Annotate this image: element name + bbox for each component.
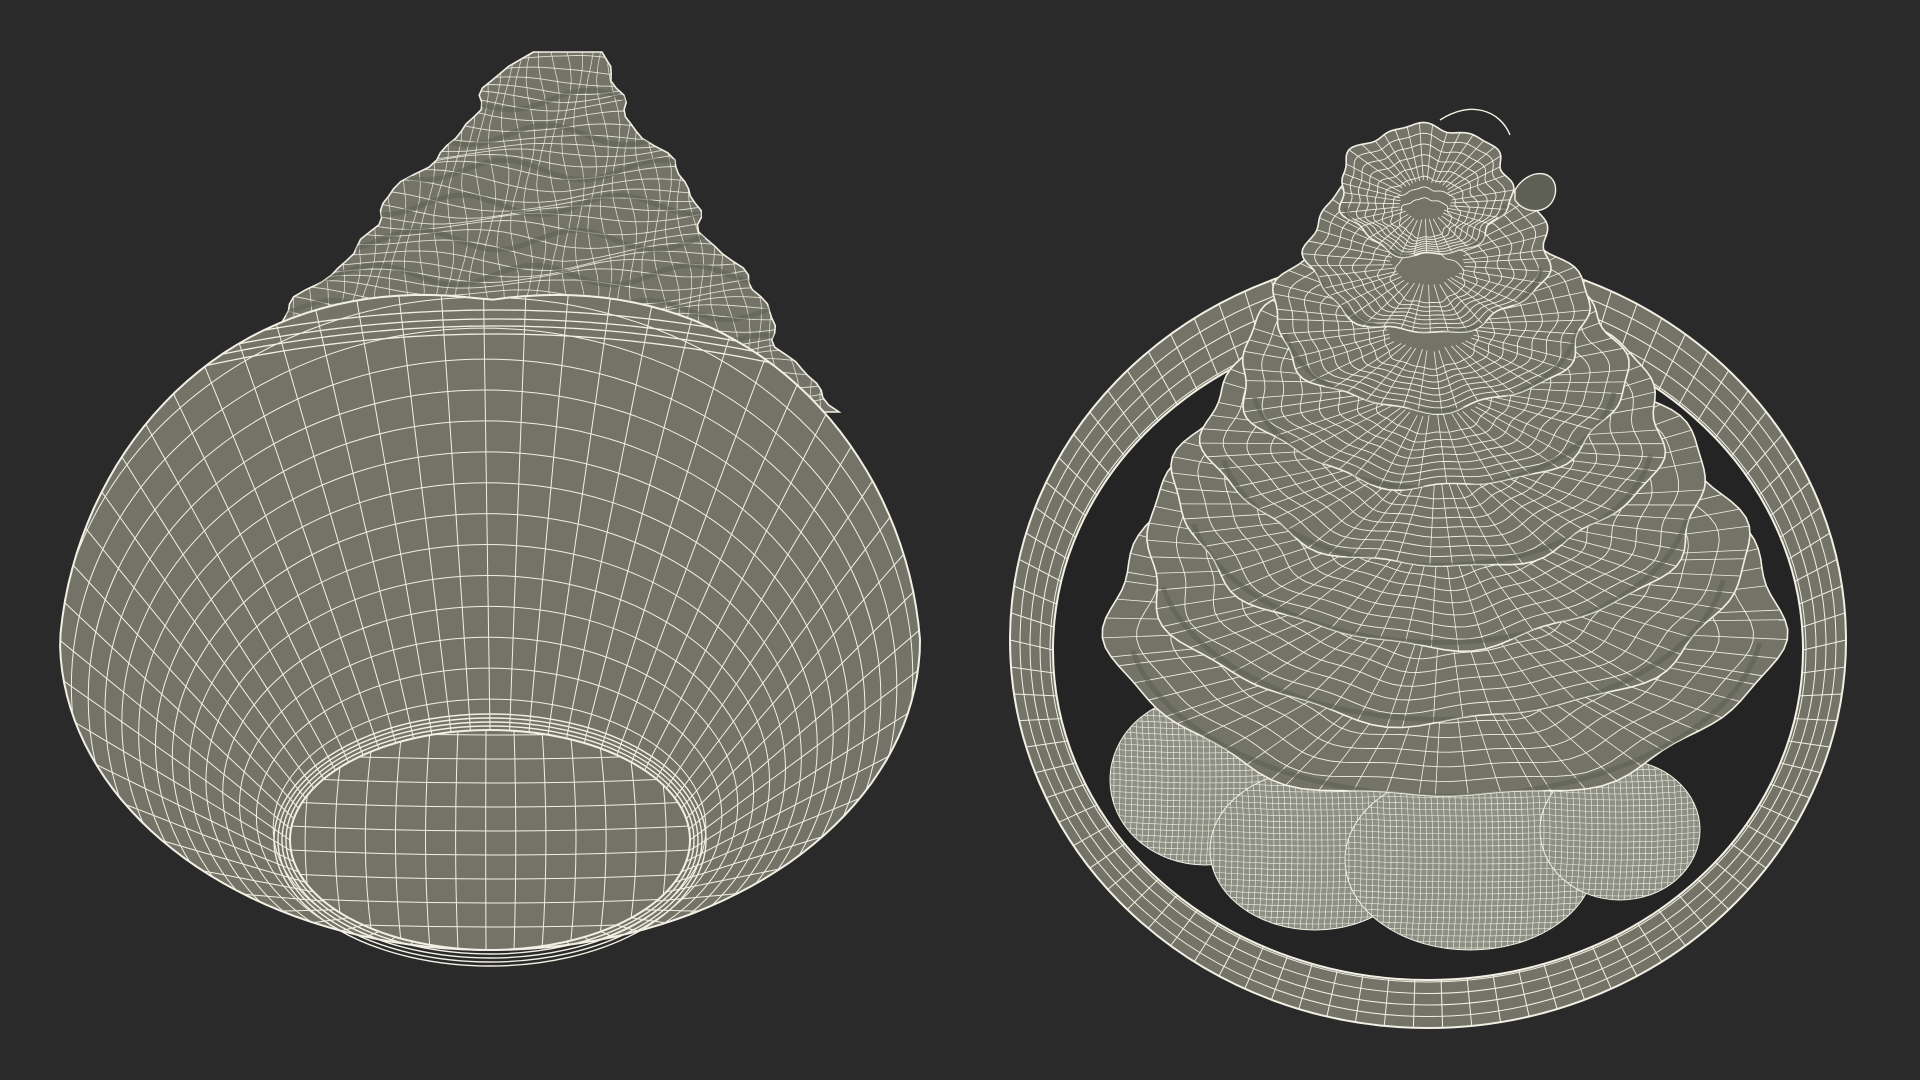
cupcake-bottom-view — [59, 51, 922, 967]
wireframe-render — [59, 51, 1847, 1029]
frosting-swirl-mesh — [1101, 108, 1789, 797]
cupcake-top-view — [1009, 108, 1847, 1029]
render-viewport — [0, 0, 1920, 1080]
